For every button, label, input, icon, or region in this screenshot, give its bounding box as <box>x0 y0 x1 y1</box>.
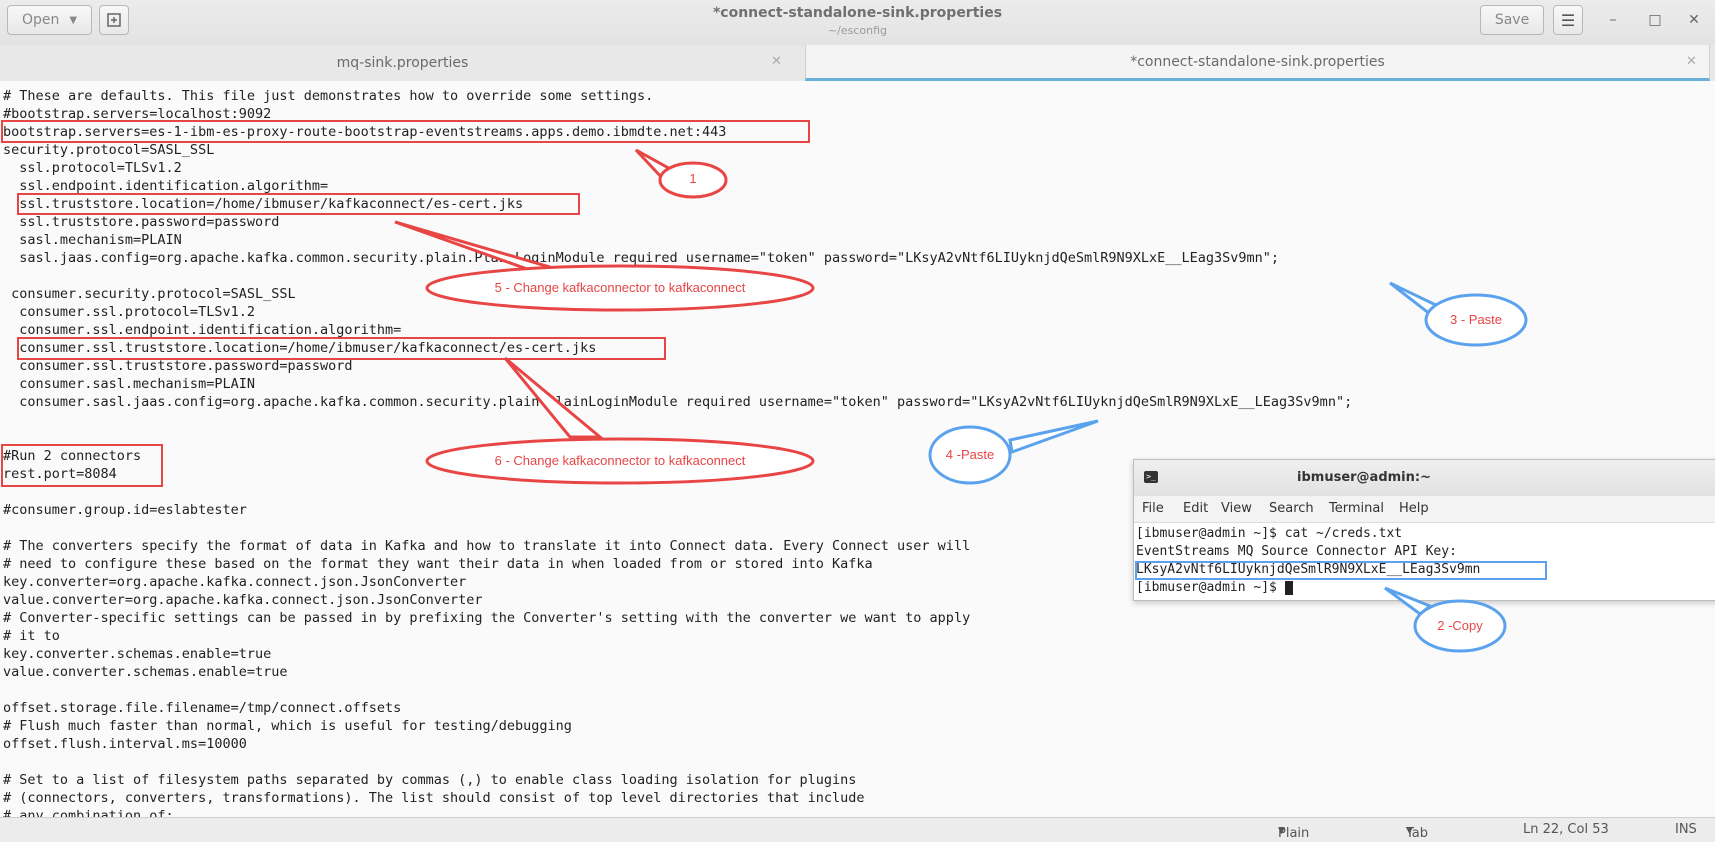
gedit-window: Open ▼ *connect-standalone-sink.properti… <box>0 0 1715 842</box>
callout-4-label: 4 -Paste <box>945 447 995 462</box>
callout-1-label: 1 <box>689 171 697 186</box>
callout-2-label: 2 -Copy <box>1437 618 1483 633</box>
cursor-position[interactable]: Ln 22, Col 53 <box>1523 822 1609 837</box>
callout-5-label: 5 - Change kafkaconnector to kafkaconnec… <box>494 280 746 295</box>
annotation-callouts-top <box>1384 586 1507 653</box>
callout-3-label: 3 - Paste <box>1449 312 1503 327</box>
chevron-down-icon: ▼ <box>1278 826 1285 836</box>
chevron-down-icon: ▼ <box>1406 826 1413 836</box>
status-bar: Plain Text ▼ Tab Width: 8 ▼ Ln 22, Col 5… <box>0 817 1715 842</box>
insert-mode: INS <box>1675 822 1697 837</box>
callout-6-label: 6 - Change kafkaconnector to kafkaconnec… <box>494 453 746 468</box>
